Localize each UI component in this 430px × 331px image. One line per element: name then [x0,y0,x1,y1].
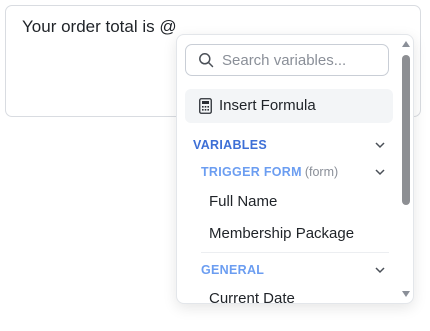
calculator-icon [199,98,212,114]
insert-formula-button[interactable]: Insert Formula [185,89,393,123]
scroll-thumb[interactable] [402,55,410,205]
editor-text: Your order total is @ [22,17,177,36]
variable-item-full-name[interactable]: Full Name [209,193,277,210]
scrollbar[interactable] [398,35,413,303]
section-variables[interactable]: VARIABLES [193,136,385,156]
search-input[interactable] [222,45,382,75]
section-general[interactable]: GENERAL [201,261,385,281]
section-trigger-form[interactable]: TRIGGER FORM (form) [201,163,385,183]
scroll-down-arrow[interactable] [402,291,410,297]
variable-item-current-date[interactable]: Current Date [209,290,295,303]
section-general-label: GENERAL [201,263,265,277]
form-tag: (form) [304,165,339,179]
section-trigger-form-label: TRIGGER FORM [201,165,302,179]
chevron-down-icon [375,142,385,149]
insert-formula-label: Insert Formula [219,97,316,114]
chevron-down-icon [375,169,385,176]
scroll-up-arrow[interactable] [402,41,410,47]
variable-item-membership-package[interactable]: Membership Package [209,225,354,242]
section-variables-label: VARIABLES [193,138,268,152]
search-icon [199,53,214,68]
variable-dropdown: Insert Formula VARIABLES TRIGGER FORM(fo… [176,34,414,304]
divider [201,252,389,253]
chevron-down-icon [375,267,385,274]
search-box[interactable] [185,44,389,76]
